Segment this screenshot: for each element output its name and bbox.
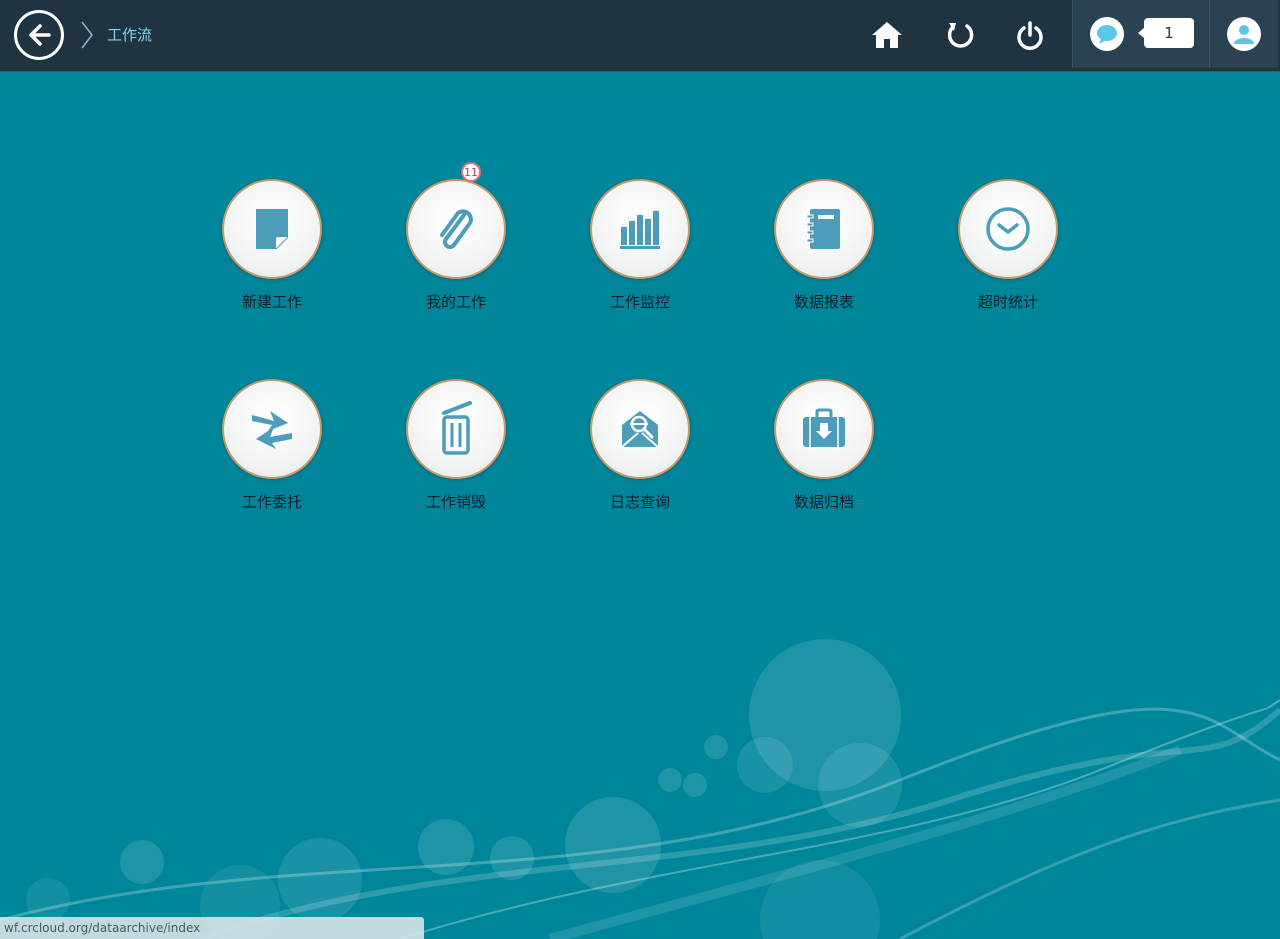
- new-document-icon: [256, 209, 289, 250]
- message-panel: 1: [1072, 0, 1210, 68]
- power-button[interactable]: [1012, 17, 1048, 53]
- chat-bubble-icon: [1097, 25, 1117, 44]
- notification-badge: 11: [461, 162, 481, 182]
- chevron-right-icon: [81, 21, 93, 49]
- app-data-archive[interactable]: 数据归档: [754, 379, 894, 519]
- user-panel: [1209, 0, 1278, 68]
- app-label: 新建工作: [241, 293, 302, 311]
- notebook-icon: [806, 209, 840, 249]
- background-decoration: [0, 639, 1280, 939]
- app-circle[interactable]: [774, 379, 874, 479]
- app-work-destroy[interactable]: 工作销毁: [386, 379, 526, 519]
- exchange-arrows-icon: [252, 411, 292, 449]
- app-circle[interactable]: [222, 379, 322, 479]
- paperclip-icon: [440, 209, 473, 249]
- app-label: 日志查询: [609, 493, 670, 511]
- top-bar: 工作流 1: [0, 0, 1280, 72]
- app-my-work[interactable]: 11 我的工作: [386, 162, 526, 319]
- clock-icon: [986, 207, 1030, 251]
- app-label: 工作监控: [609, 293, 670, 311]
- app-new-work[interactable]: 新建工作: [202, 179, 342, 319]
- app-label: 工作销毁: [425, 493, 486, 511]
- trash-can-icon: [442, 401, 472, 455]
- message-count[interactable]: 1: [1138, 18, 1194, 48]
- app-label: 工作委托: [241, 493, 302, 511]
- refresh-button[interactable]: [942, 17, 978, 53]
- app-circle[interactable]: [406, 379, 506, 479]
- app-work-delegation[interactable]: 工作委托: [202, 379, 342, 519]
- app-circle[interactable]: [222, 179, 322, 279]
- app-label: 超时统计: [977, 293, 1038, 311]
- app-circle[interactable]: [958, 179, 1058, 279]
- bar-chart-icon: [620, 211, 660, 249]
- app-label: 数据归档: [793, 493, 854, 511]
- app-work-monitor[interactable]: 工作监控: [570, 179, 710, 319]
- breadcrumb[interactable]: 工作流: [107, 24, 152, 45]
- app-circle[interactable]: [590, 179, 690, 279]
- power-icon: [1017, 21, 1043, 50]
- back-button[interactable]: [14, 10, 64, 60]
- app-circle[interactable]: [774, 179, 874, 279]
- status-bar-url: wf.crcloud.org/dataarchive/index: [0, 917, 424, 939]
- app-label: 数据报表: [793, 293, 854, 311]
- home-icon: [872, 22, 902, 48]
- app-circle[interactable]: [406, 179, 506, 279]
- app-timeout-stats[interactable]: 超时统计: [938, 179, 1078, 319]
- app-label: 我的工作: [425, 293, 486, 311]
- refresh-icon: [947, 23, 974, 48]
- message-button[interactable]: [1090, 17, 1124, 51]
- app-data-report[interactable]: 数据报表: [754, 179, 894, 319]
- user-icon: [1234, 25, 1254, 44]
- app-log-query[interactable]: 日志查询: [570, 379, 710, 519]
- home-button[interactable]: [869, 17, 905, 53]
- envelope-search-icon: [621, 411, 659, 448]
- avatar[interactable]: [1227, 17, 1261, 51]
- archive-briefcase-icon: [803, 408, 845, 447]
- app-circle[interactable]: [590, 379, 690, 479]
- arrow-left-icon: [29, 24, 51, 46]
